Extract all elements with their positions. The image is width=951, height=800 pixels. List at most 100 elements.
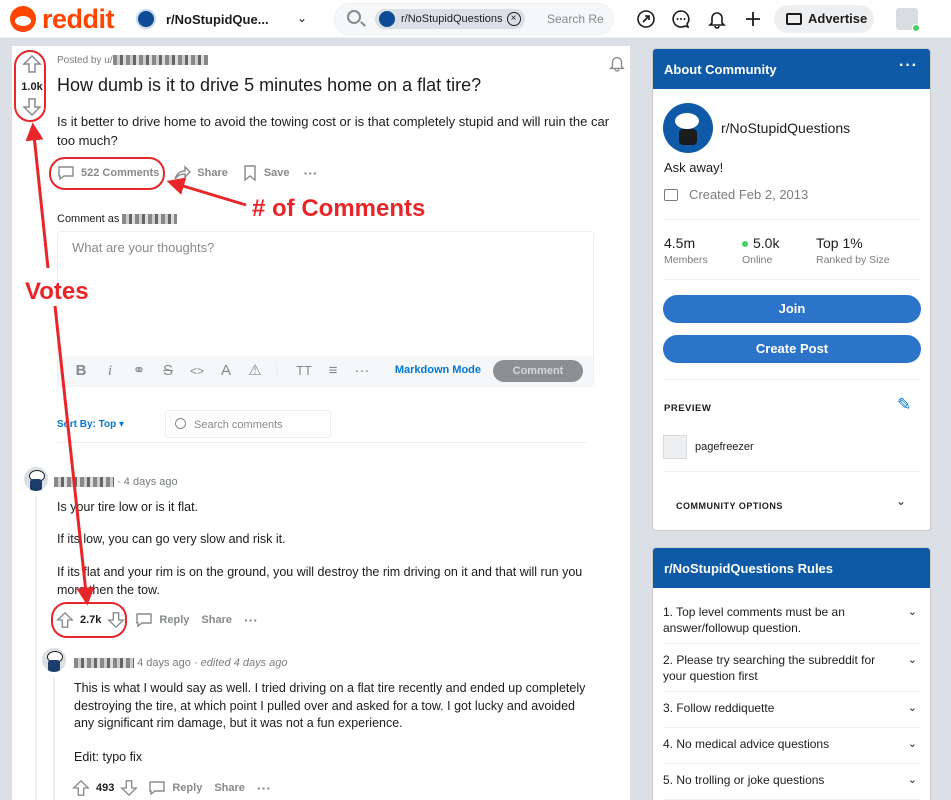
advertise-button[interactable]: Advertise [774,5,874,33]
rules-title: r/NoStupidQuestions Rules [664,561,834,576]
rank-stat: Top 1% Ranked by Size [816,235,890,266]
heading-icon[interactable]: TT [291,361,317,381]
comment-textarea[interactable] [58,232,593,357]
join-button[interactable]: Join [663,295,921,323]
rule-item[interactable]: 4. No medical advice questions ⌄ [663,736,919,764]
preview-user-avatar [663,435,687,459]
comments-highlight-circle [49,157,165,190]
downvote-icon[interactable] [120,779,139,797]
bulleted-list-icon[interactable]: ≡ [320,361,346,381]
comment-more-options[interactable]: ··· [244,612,258,628]
subreddit-name: r/NoStupidQue... [166,11,269,27]
spoiler-icon[interactable]: ⚠ [242,361,268,381]
comment-meta: · 4 days ago [54,476,178,488]
preview-username: pagefreezer [695,441,754,453]
chevron-down-icon: ⌄ [907,774,917,786]
search-comments[interactable]: Search comments [165,410,331,438]
redacted-username [122,214,178,225]
reddit-logo[interactable]: reddit [10,4,115,34]
share-button[interactable]: Share [173,165,228,181]
comment-share-button[interactable]: Share [214,782,245,794]
members-value: 4.5m [664,235,696,251]
search-bar[interactable]: r/NoStupidQuestions × Search Re [334,3,614,35]
upvote-icon[interactable] [72,779,90,797]
sort-dropdown[interactable]: Sort By: Top ▾ [57,419,124,430]
save-button[interactable]: Save [242,164,290,182]
comment-paragraph: If its flat and your rim is on the groun… [57,565,583,597]
community-options-toggle[interactable]: COMMUNITY OPTIONS [676,501,783,511]
comment-avatar[interactable] [24,467,48,491]
markdown-mode-toggle[interactable]: Markdown Mode [395,364,481,376]
comment-submit-button[interactable]: Comment [493,360,583,382]
search-comments-input[interactable]: Search comments [194,419,283,431]
rule-text: 4. No medical advice questions [663,737,830,751]
bookmark-icon [244,165,256,182]
inline-code-icon[interactable]: <> [184,361,210,381]
logo-text: reddit [42,4,115,34]
chevron-down-icon[interactable]: ⌄ [896,494,906,508]
community-name[interactable]: r/NoStupidQuestions [721,120,850,136]
comment-meta: 4 days ago · edited 4 days ago [74,657,288,669]
post-more-options[interactable]: ··· [304,165,318,181]
rule-item[interactable]: 1. Top level comments must be an answer/… [663,604,919,644]
rule-item[interactable]: 5. No trolling or joke questions ⌄ [663,772,919,800]
chat-icon[interactable] [671,9,691,29]
redacted-username [74,658,134,669]
created-date-text: Created Feb 2, 2013 [689,187,809,202]
save-label: Save [263,167,290,179]
clear-chip-icon[interactable]: × [506,12,521,26]
votes-annotation-label: Votes [25,278,89,305]
rule-item[interactable]: 2. Please try searching the subreddit fo… [663,652,919,692]
search-icon [175,418,186,429]
follow-post-bell-icon[interactable] [608,54,626,72]
reply-icon[interactable] [148,780,166,796]
user-avatar[interactable] [896,8,920,32]
comment-avatar[interactable] [42,648,66,672]
community-avatar[interactable] [663,103,713,153]
posted-by-label: Posted by u/ [57,55,113,66]
posted-by: Posted by u/ [57,55,208,66]
subreddit-selector[interactable]: r/NoStupidQue... ⌄ [136,6,311,32]
comment-time: · 4 days ago [117,476,178,488]
comment-more-options[interactable]: ··· [257,780,271,796]
more-options-icon[interactable]: ··· [899,57,918,75]
editor-toolbar: B i ⚭ S <> A ⚠ | TT ≡ ··· Markdown Mode … [58,356,593,386]
reply-button[interactable]: Reply [159,614,189,626]
bold-icon[interactable]: B [68,361,94,381]
edit-pencil-icon[interactable]: ✎ [897,396,915,414]
strikethrough-icon[interactable]: S [155,361,181,381]
rule-item[interactable]: 3. Follow reddiquette ⌄ [663,700,919,728]
create-post-button[interactable]: Create Post [663,335,921,363]
online-dot-icon [742,241,748,248]
comments-annotation-label: # of Comments [252,195,426,222]
online-stat: 5.0k Online [742,235,779,266]
italic-icon[interactable]: i [97,361,123,381]
comment-share-button[interactable]: Share [201,614,232,626]
sort-caret-icon: ▾ [119,419,125,430]
toolbar-more-icon[interactable]: ··· [349,361,375,381]
comment-editor: B i ⚭ S <> A ⚠ | TT ≡ ··· Markdown Mode … [57,231,594,387]
cake-icon [664,188,678,201]
members-label: Members [664,254,708,266]
comment-thread-line[interactable] [53,677,55,800]
search-input[interactable]: Search Re [547,12,604,26]
search-chip-label: r/NoStupidQuestions [401,13,503,25]
reply-button[interactable]: Reply [172,782,202,794]
post-title[interactable]: How dumb is it to drive 5 minutes home o… [57,75,617,96]
popular-icon[interactable] [636,9,656,29]
link-icon[interactable]: ⚭ [126,361,152,381]
superscript-icon[interactable]: A [213,361,239,381]
comment-thread-line[interactable] [35,496,37,800]
search-icon [347,10,361,24]
comment-vote-count: 493 [96,782,115,794]
votes-highlight-circle [51,602,127,638]
online-value: 5.0k [753,235,780,251]
search-community-chip[interactable]: r/NoStupidQuestions × [375,9,525,29]
redacted-username [54,477,114,488]
rank-label: Ranked by Size [816,254,890,266]
create-post-plus-icon[interactable] [743,9,763,29]
rule-text: 5. No trolling or joke questions [663,773,825,787]
post-body: Is it better to drive home to avoid the … [57,114,610,148]
reply-icon[interactable] [135,612,153,628]
notifications-bell-icon[interactable] [707,9,727,29]
